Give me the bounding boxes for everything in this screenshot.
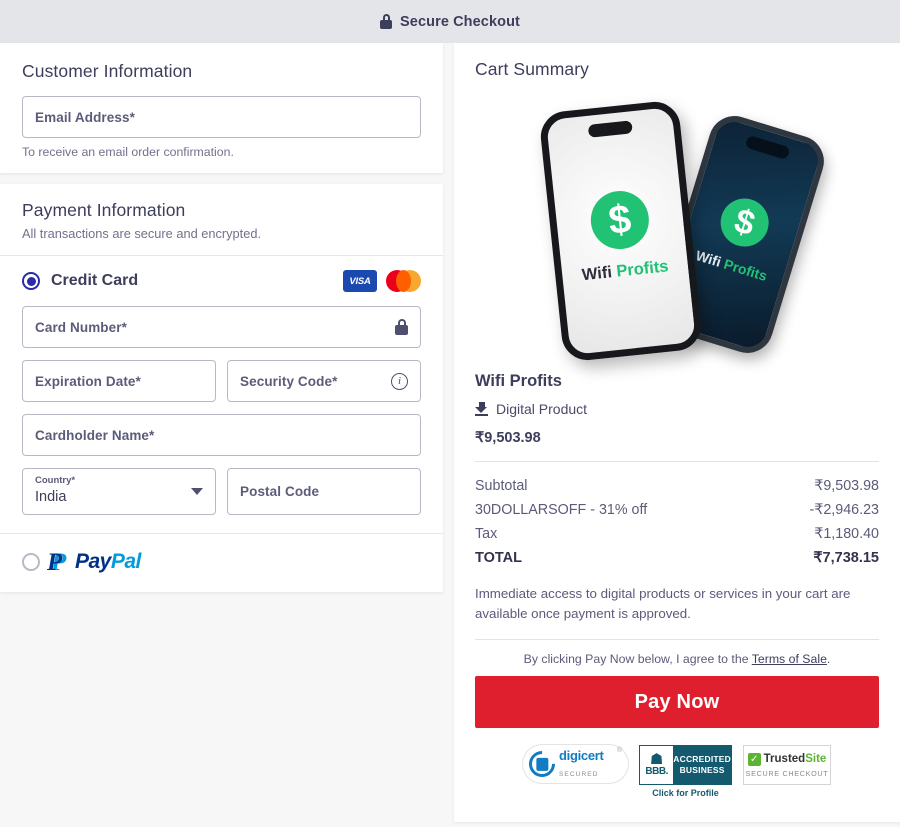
payment-information-subheading: All transactions are secure and encrypte… xyxy=(22,226,262,241)
credit-card-method-section: Credit Card VISA Card Number* Expiration… xyxy=(0,256,443,534)
secure-checkout-title: Secure Checkout xyxy=(400,13,520,30)
product-name: Wifi Profits xyxy=(475,372,562,390)
totals-row-value: ₹1,180.40 xyxy=(814,526,879,542)
product-price: ₹9,503.98 xyxy=(475,430,541,446)
email-helper-text: To receive an email order confirmation. xyxy=(22,145,234,159)
visa-icon: VISA xyxy=(343,270,377,292)
expiration-date-field[interactable]: Expiration Date* xyxy=(22,360,216,402)
credit-card-label: Credit Card xyxy=(51,272,139,289)
country-value: India xyxy=(35,489,67,505)
totals-row-label: Subtotal xyxy=(475,478,528,494)
trust-badges: digicert SECURED ® ☗ BBB. ACCREDITED BUS… xyxy=(475,745,879,814)
payment-information-header: Payment Information All transactions are… xyxy=(0,184,443,256)
product-brand-word2: Profits xyxy=(615,257,670,281)
grand-total-row: TOTAL ₹7,738.15 xyxy=(475,546,879,570)
registered-mark-icon: ® xyxy=(616,747,622,754)
cart-summary-column: Cart Summary $ Wifi Profits $ Wifi Profi… xyxy=(454,43,900,822)
dollar-coin-icon: $ xyxy=(714,192,775,253)
product-brand-word1: Wifi xyxy=(693,247,727,272)
digital-access-note: Immediate access to digital products or … xyxy=(475,586,851,621)
card-brand-logos: VISA xyxy=(343,270,421,292)
payment-information-heading: Payment Information xyxy=(22,200,186,220)
paypal-label-pay: Pay xyxy=(75,550,111,573)
grand-total-label: TOTAL xyxy=(475,550,522,566)
postal-code-placeholder: Postal Code xyxy=(240,484,320,499)
paypal-mark-icon: PP xyxy=(47,548,67,576)
terms-suffix: . xyxy=(826,652,831,666)
mastercard-icon xyxy=(386,270,421,292)
pay-now-button[interactable]: Pay Now xyxy=(475,676,879,728)
lock-icon xyxy=(395,319,408,335)
totals-row: Tax ₹1,180.40 xyxy=(475,522,879,546)
trustedsite-sub: SECURE CHECKOUT xyxy=(745,768,829,778)
terms-of-sale-link[interactable]: Terms of Sale xyxy=(752,652,827,666)
card-number-field[interactable]: Card Number* xyxy=(22,306,421,348)
product-image: $ Wifi Profits $ Wifi Profits xyxy=(475,94,879,366)
phone-front-image: $ Wifi Profits xyxy=(538,99,704,363)
info-icon[interactable]: i xyxy=(391,372,408,390)
bbb-badge[interactable]: ☗ BBB. ACCREDITED BUSINESS Click for Pro… xyxy=(639,745,732,798)
checkout-page: Secure Checkout Customer Information Ema… xyxy=(0,0,900,827)
digicert-lock-icon xyxy=(523,745,561,783)
expiration-date-placeholder: Expiration Date* xyxy=(35,373,141,389)
paypal-radio[interactable] xyxy=(22,553,40,571)
totals-row: 30DOLLARSOFF - 31% off -₹2,946.23 xyxy=(475,498,879,522)
bbb-line1: ACCREDITED xyxy=(673,754,731,764)
terms-prefix: By clicking Pay Now below, I agree to th… xyxy=(523,652,752,666)
divider xyxy=(475,461,879,462)
trustedsite-badge[interactable]: ✓ TrustedSite SECURE CHECKOUT xyxy=(743,745,831,785)
totals-row-label: 30DOLLARSOFF - 31% off xyxy=(475,502,648,518)
product-brand-word2: Profits xyxy=(722,255,770,285)
security-code-field[interactable]: Security Code* i xyxy=(227,360,421,402)
totals-list: Subtotal ₹9,503.98 30DOLLARSOFF - 31% of… xyxy=(475,474,879,570)
cart-summary-heading: Cart Summary xyxy=(475,59,589,79)
credit-card-option-row[interactable]: Credit Card VISA xyxy=(22,270,421,292)
bbb-word: BBB. xyxy=(645,766,668,777)
lock-icon xyxy=(380,14,393,29)
cardholder-name-field[interactable]: Cardholder Name* xyxy=(22,414,421,456)
customer-information-card: Customer Information Email Address* To r… xyxy=(0,43,443,173)
totals-row-value: ₹9,503.98 xyxy=(814,478,879,494)
totals-row-value: -₹2,946.23 xyxy=(809,502,879,518)
customer-information-heading: Customer Information xyxy=(22,61,193,81)
checkout-form-column: Customer Information Email Address* To r… xyxy=(0,43,443,592)
product-type-row: Digital Product xyxy=(475,401,879,417)
trustedsite-name1: Trusted xyxy=(763,753,806,765)
digicert-name: digicert xyxy=(559,748,604,763)
product-type-label: Digital Product xyxy=(496,401,588,417)
paypal-logo: PP PayPal xyxy=(47,548,142,576)
grand-total-value: ₹7,738.15 xyxy=(813,550,879,566)
paypal-option-row[interactable]: PP PayPal xyxy=(0,534,443,592)
chevron-down-icon[interactable] xyxy=(191,488,203,495)
postal-code-field[interactable]: Postal Code xyxy=(227,468,421,515)
digicert-sub: SECURED xyxy=(559,771,599,778)
download-icon xyxy=(475,402,488,416)
cardholder-name-placeholder: Cardholder Name* xyxy=(35,427,155,443)
dollar-coin-icon: $ xyxy=(587,188,652,252)
product-brand-word1: Wifi xyxy=(580,262,618,285)
digicert-badge[interactable]: digicert SECURED ® xyxy=(523,745,628,783)
paypal-label-pal: Pal xyxy=(110,550,142,573)
credit-card-radio[interactable] xyxy=(22,272,40,290)
bbb-torch-icon: ☗ BBB. xyxy=(640,746,674,784)
secure-checkout-header: Secure Checkout xyxy=(0,0,900,43)
check-icon: ✓ xyxy=(747,752,761,766)
bbb-click-for-profile[interactable]: Click for Profile xyxy=(639,788,732,798)
totals-row-label: Tax xyxy=(475,526,498,542)
trustedsite-name2: Site xyxy=(805,753,827,765)
card-number-placeholder: Card Number* xyxy=(35,319,127,335)
email-field[interactable]: Email Address* xyxy=(22,96,421,138)
email-placeholder: Email Address* xyxy=(35,109,135,125)
security-code-placeholder: Security Code* xyxy=(240,373,338,389)
bbb-line2: BUSINESS xyxy=(679,765,725,775)
payment-information-card: Payment Information All transactions are… xyxy=(0,184,443,592)
totals-row: Subtotal ₹9,503.98 xyxy=(475,474,879,498)
country-label: Country* xyxy=(35,475,76,486)
country-select[interactable]: Country* India xyxy=(22,468,216,515)
terms-agreement: By clicking Pay Now below, I agree to th… xyxy=(475,640,879,676)
